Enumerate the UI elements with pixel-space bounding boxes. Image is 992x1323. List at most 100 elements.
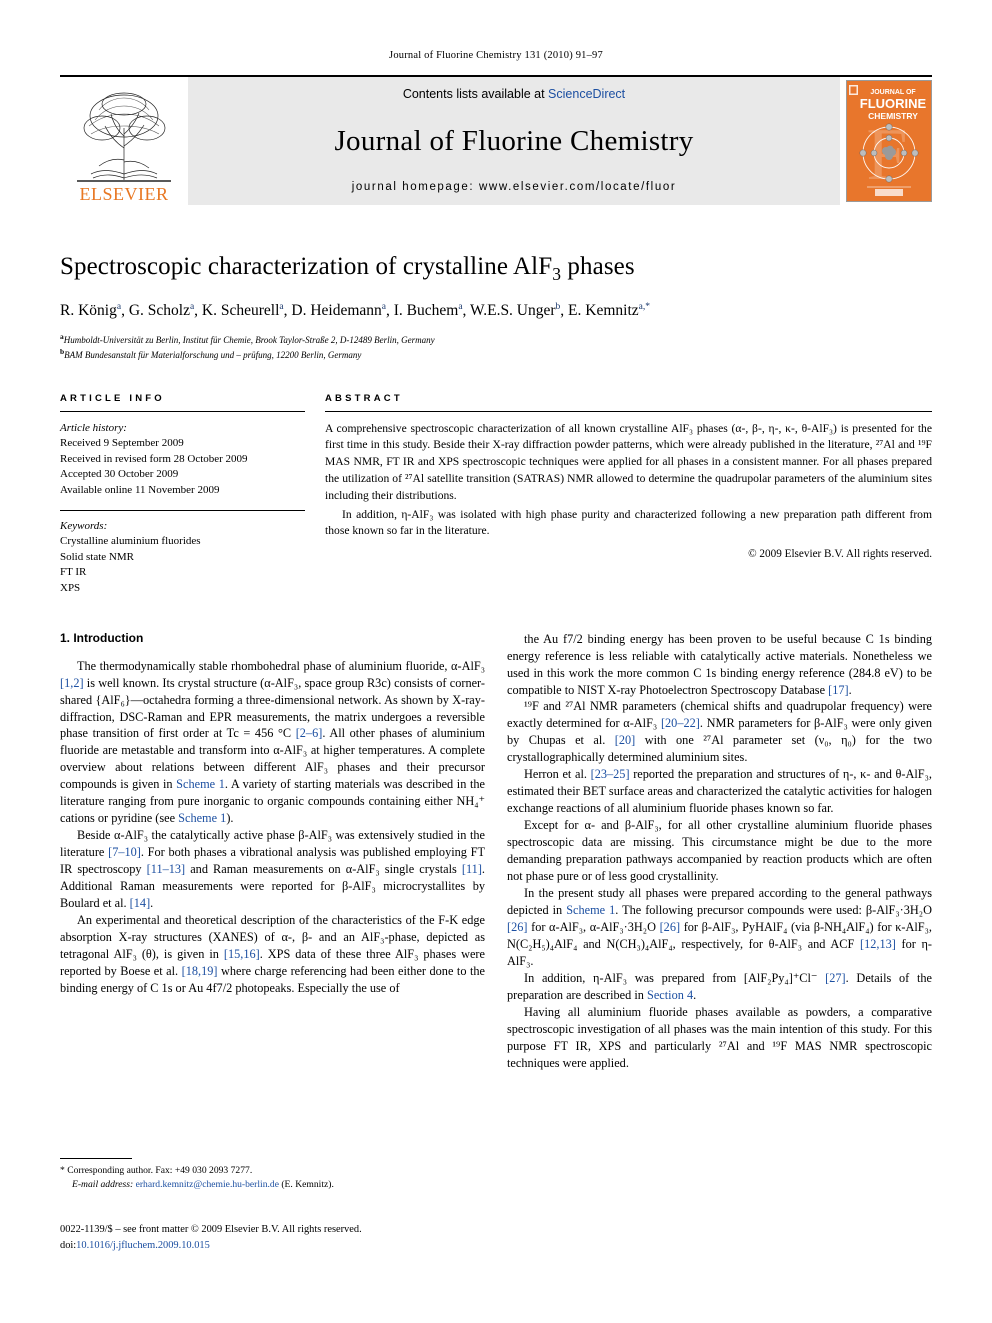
info-abstract-region: ARTICLE INFO Article history: Received 9…: [60, 393, 932, 597]
article-history-items: Received 9 September 2009 Received in rev…: [60, 436, 305, 498]
affiliation-list: aHumboldt-Universität zu Berlin, Institu…: [60, 332, 932, 362]
running-head: Journal of Fluorine Chemistry 131 (2010)…: [389, 50, 603, 61]
journal-masthead: ELSEVIER Contents lists available at Sci…: [60, 75, 932, 205]
citation-link[interactable]: [14]: [130, 896, 151, 910]
article-history-item: Accepted 30 October 2009: [60, 468, 179, 481]
body-paragraph: Beside α-AlF₃ the catalytically active p…: [60, 828, 486, 911]
keyword-item: FT IR: [60, 566, 87, 579]
abstract-column: ABSTRACT A comprehensive spectroscopic c…: [325, 393, 932, 597]
issn-front-matter: 0022-1139/$ – see front matter © 2009 El…: [60, 1224, 362, 1235]
body-paragraph: The thermodynamically stable rhombohedra…: [60, 658, 485, 826]
elsevier-tree-icon: [77, 92, 171, 182]
author-affiliation-marker: a: [189, 302, 195, 313]
citation-link[interactable]: [15,16]: [224, 947, 260, 961]
affiliation-entry: aHumboldt-Universität zu Berlin, Institu…: [60, 332, 435, 346]
right-column-paragraphs: the Au f7/2 binding energy has been prov…: [507, 631, 932, 1072]
abstract-heading: ABSTRACT: [325, 392, 403, 404]
keyword-item: Crystalline aluminium fluorides: [60, 535, 201, 548]
footnote-rule: [60, 1158, 132, 1159]
citation-link[interactable]: [7–10]: [108, 845, 141, 859]
body-column-left: 1. Introduction The thermodynamically st…: [60, 631, 485, 1072]
footer-issn-block: 0022-1139/$ – see front matter © 2009 El…: [60, 1222, 530, 1253]
contents-prefix: Contents lists available at: [402, 87, 549, 101]
citation-link[interactable]: [11]: [462, 862, 482, 876]
citation-link[interactable]: [17]: [828, 683, 849, 697]
keyword-item: Solid state NMR: [60, 550, 134, 563]
footnote-zone: * Corresponding author. Fax: +49 030 209…: [60, 1158, 492, 1192]
citation-link[interactable]: [18,19]: [182, 964, 218, 978]
author-name: R. König: [60, 302, 117, 320]
citation-link[interactable]: [26]: [507, 920, 528, 934]
keywords-items: Crystalline aluminium fluorides Solid sta…: [60, 534, 305, 596]
citation-link[interactable]: [20–22]: [661, 716, 700, 730]
citation-link[interactable]: Scheme 1: [178, 811, 226, 825]
journal-title: Journal of Fluorine Chemistry: [334, 124, 694, 157]
abstract-rule: [325, 410, 932, 412]
doi-line: doi:10.1016/j.jfluchem.2009.10.015: [60, 1238, 530, 1254]
section-heading-introduction: 1. Introduction: [60, 630, 144, 645]
author-name: G. Scholz: [128, 302, 190, 320]
elsevier-logo: ELSEVIER: [60, 77, 188, 205]
article-info-heading: ARTICLE INFO: [60, 392, 165, 404]
author-name: E. Kemnitz: [568, 302, 639, 320]
corresponding-author-note: * Corresponding author. Fax: +49 030 209…: [60, 1165, 253, 1176]
sciencedirect-link[interactable]: ScienceDirect: [548, 87, 625, 101]
abstract-paragraph-1: A comprehensive spectroscopic characteri…: [325, 421, 932, 502]
abstract-paragraph-2: In addition, η-AlF₃ was isolated with hi…: [325, 507, 932, 538]
email-suffix: (E. Kemnitz).: [278, 1178, 334, 1190]
abstract-body: A comprehensive spectroscopic characteri…: [325, 421, 932, 563]
citation-link[interactable]: Scheme 1: [566, 903, 615, 917]
article-history-item: Received in revised form 28 October 2009: [60, 452, 248, 465]
body-columns: 1. Introduction The thermodynamically st…: [60, 631, 932, 1072]
author-list: R. Königa, G. Scholza, K. Scheurella, D.…: [60, 302, 650, 320]
citation-link[interactable]: Scheme 1: [176, 777, 225, 791]
article-history-item: Available online 11 November 2009: [60, 483, 220, 496]
journal-cover-thumbnail[interactable]: JOURNAL OF FLUORINE CHEMISTRY F: [846, 80, 932, 202]
citation-link[interactable]: [27]: [825, 971, 846, 985]
affiliation-entry: bBAM Bundesanstalt für Materialforschung…: [60, 347, 362, 361]
article-title-subscript: 3: [552, 264, 562, 284]
body-paragraph: In the present study all phases were pre…: [507, 886, 933, 969]
article-info-column: ARTICLE INFO Article history: Received 9…: [60, 393, 305, 597]
article-info-rule: [60, 410, 305, 412]
masthead-center: Contents lists available at ScienceDirec…: [188, 77, 840, 205]
keywords-block: Keywords: Crystalline aluminium fluoride…: [60, 519, 305, 597]
svg-text:FLUORINE: FLUORINE: [860, 96, 927, 111]
body-paragraph: Except for α- and β-AlF₃, for all other …: [507, 818, 932, 884]
journal-homepage[interactable]: journal homepage: www.elsevier.com/locat…: [352, 181, 677, 193]
citation-link[interactable]: [2–6]: [296, 726, 323, 740]
svg-text:JOURNAL OF: JOURNAL OF: [870, 89, 916, 96]
paper-page: Journal of Fluorine Chemistry 131 (2010)…: [0, 0, 992, 1323]
keywords-rule: [60, 509, 305, 511]
citation-link[interactable]: [23–25]: [591, 767, 630, 781]
body-paragraph: In addition, η-AlF₃ was prepared from [A…: [507, 970, 932, 1002]
citation-link[interactable]: [12,13]: [860, 937, 896, 951]
body-paragraph: Herron et al. [23–25] reported the prepa…: [507, 767, 932, 816]
citation-link[interactable]: [20]: [615, 733, 636, 747]
author-name: D. Heidemann: [291, 302, 382, 320]
keyword-item: XPS: [60, 582, 81, 594]
title-block: Spectroscopic characterization of crysta…: [60, 253, 932, 363]
left-column-paragraphs: The thermodynamically stable rhombohedra…: [60, 658, 485, 997]
keywords-label: Keywords:: [60, 519, 108, 532]
doi-link[interactable]: 10.1016/j.jfluchem.2009.10.015: [76, 1240, 210, 1251]
citation-link[interactable]: [26]: [660, 920, 681, 934]
author-name: I. Buchem: [393, 302, 459, 320]
article-title-part1: Spectroscopic characterization of crysta…: [60, 253, 553, 280]
email-link[interactable]: erhard.kemnitz@chemie.hu-berlin.de: [136, 1179, 279, 1190]
contents-available-line: Contents lists available at ScienceDirec…: [403, 87, 625, 101]
author-affiliation-marker: a: [458, 302, 463, 313]
body-paragraph: the Au f7/2 binding energy has been prov…: [507, 631, 932, 697]
body-paragraph: ¹⁹F and ²⁷Al NMR parameters (chemical sh…: [507, 699, 933, 765]
author-name: W.E.S. Unger: [470, 302, 556, 320]
citation-link[interactable]: Section 4: [647, 988, 693, 1002]
author-affiliation-marker: a: [279, 302, 284, 313]
author-affiliation-marker: b: [555, 302, 561, 313]
article-title: Spectroscopic characterization of crysta…: [60, 253, 932, 284]
article-history-item: Received 9 September 2009: [60, 437, 184, 450]
abstract-copyright: © 2009 Elsevier B.V. All rights reserved…: [748, 548, 932, 561]
author-affiliation-marker: a: [381, 302, 386, 313]
citation-link[interactable]: [11–13]: [147, 862, 185, 876]
author-name: K. Scheurell: [201, 302, 280, 320]
citation-link[interactable]: [1,2]: [60, 676, 84, 690]
